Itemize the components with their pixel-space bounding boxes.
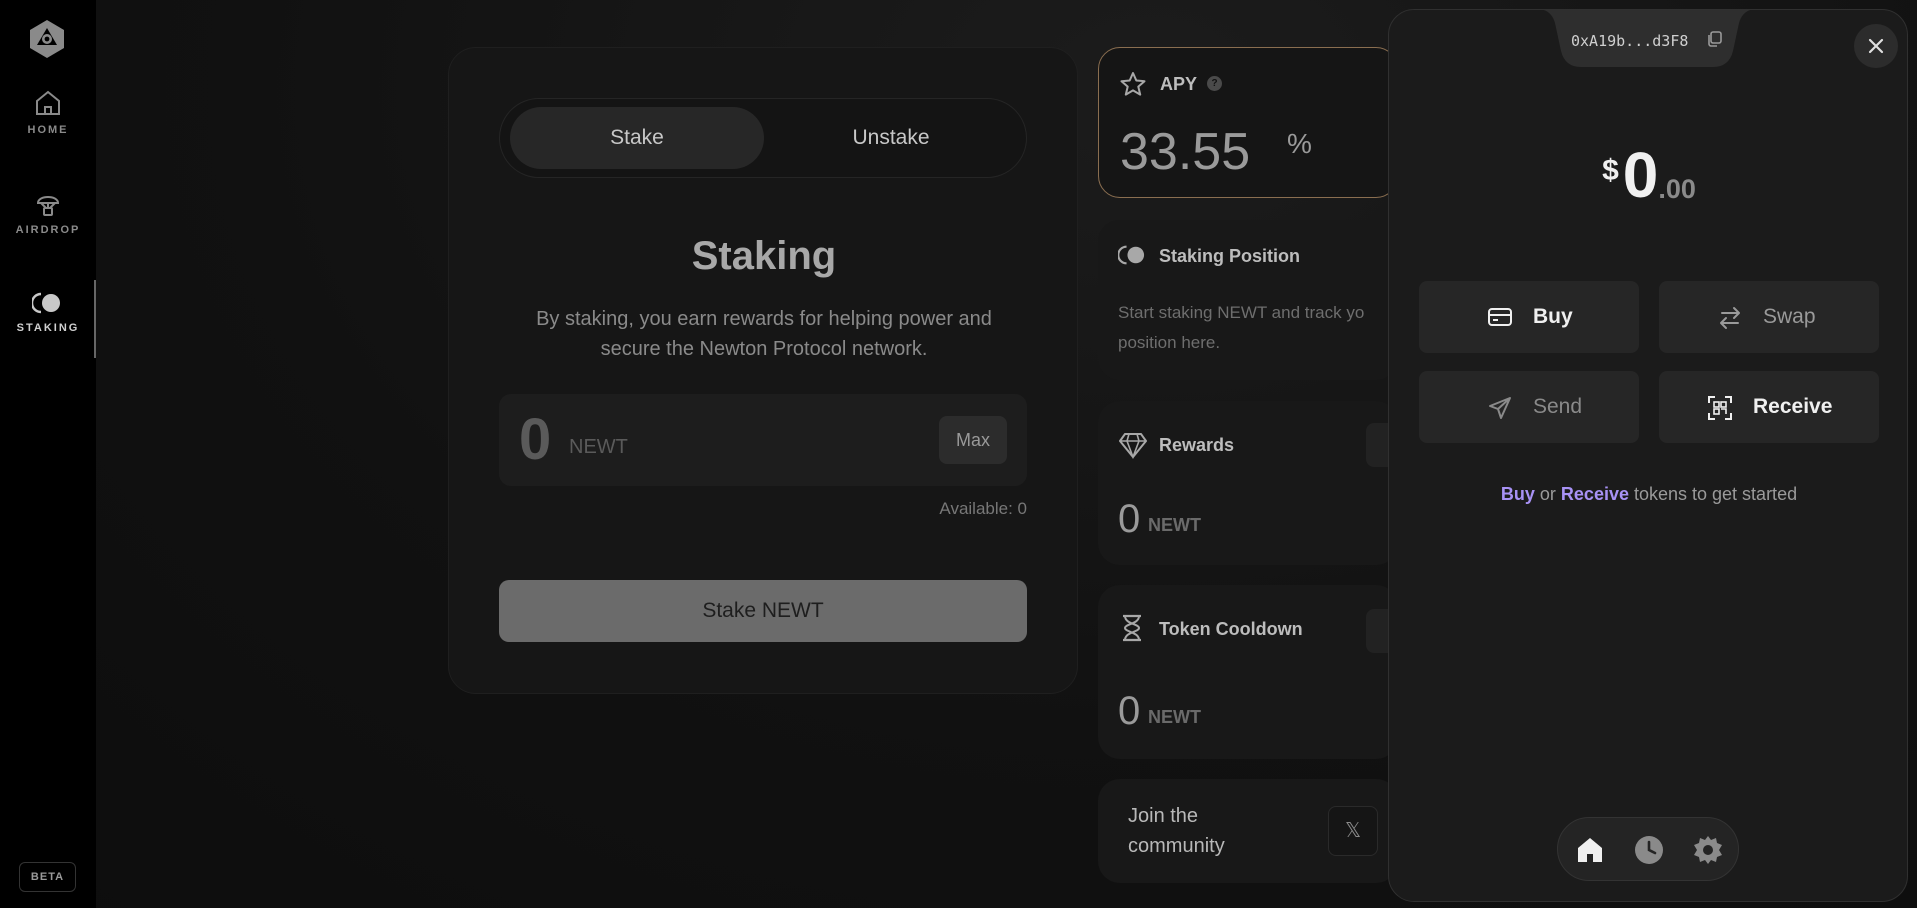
community-text: Join the community — [1128, 801, 1225, 861]
amount-input[interactable]: 0 NEWT Max — [499, 394, 1027, 486]
sidebar-item-airdrop[interactable]: AIRDROP — [0, 188, 96, 236]
get-started-hint: Buy or Receive tokens to get started — [1389, 484, 1907, 505]
buy-button[interactable]: Buy — [1419, 281, 1639, 353]
send-icon — [1489, 397, 1511, 419]
tab-unstake[interactable]: Unstake — [764, 107, 1018, 169]
receive-link[interactable]: Receive — [1561, 484, 1629, 504]
staking-position-label: Staking Position — [1159, 246, 1301, 266]
sidebar-item-label: HOME — [27, 124, 69, 136]
settings-gear-icon[interactable] — [1692, 834, 1724, 866]
app-logo-icon[interactable] — [27, 18, 67, 60]
wallet-balance: $0.00 — [1389, 138, 1907, 212]
stake-tabs: Stake Unstake — [499, 98, 1027, 178]
token-cooldown-label: Token Cooldown — [1159, 619, 1303, 639]
wallet-panel: 0xA19b...d3F8 $0.00 Buy Swap Send Receiv… — [1388, 9, 1908, 902]
copy-icon[interactable] — [1705, 30, 1723, 48]
receive-button[interactable]: Receive — [1659, 371, 1879, 443]
close-icon — [1868, 38, 1884, 54]
gem-icon — [1119, 433, 1147, 459]
hint-rest: tokens to get started — [1628, 484, 1798, 504]
receive-label: Receive — [1753, 395, 1833, 418]
home-icon[interactable] — [1574, 834, 1606, 866]
wallet-bottom-nav — [1557, 817, 1739, 881]
community-line-1: Join the — [1128, 805, 1199, 827]
history-clock-icon[interactable] — [1633, 834, 1665, 866]
rewards-label: Rewards — [1159, 435, 1235, 455]
token-cooldown-card: Token Cooldown 0 NEWT — [1098, 585, 1406, 759]
wallet-address: 0xA19b...d3F8 — [1571, 32, 1689, 50]
tab-stake[interactable]: Stake — [510, 107, 764, 169]
card-icon — [1488, 308, 1512, 326]
community-line-2: community — [1128, 835, 1225, 857]
sidebar-item-label: AIRDROP — [15, 224, 81, 236]
swap-button[interactable]: Swap — [1659, 281, 1879, 353]
position-line-1: Start staking NEWT and track yo — [1118, 303, 1365, 322]
hint-or: or — [1534, 484, 1561, 504]
rewards-unit: NEWT — [1148, 515, 1201, 535]
x-social-button[interactable]: 𝕏 — [1328, 806, 1378, 856]
app-root: HOME AIRDROP STAKING BETA Stake Unstake … — [0, 0, 1917, 908]
staking-position-card: Staking Position Start staking NEWT and … — [1098, 220, 1398, 380]
star-icon — [1120, 72, 1146, 96]
send-button[interactable]: Send — [1419, 371, 1639, 443]
rewards-value: 0 — [1118, 497, 1141, 541]
close-button[interactable] — [1854, 24, 1898, 68]
apy-value: 33.55 — [1120, 123, 1251, 181]
staking-card: Stake Unstake Staking By staking, you ea… — [448, 47, 1078, 694]
stake-newt-button[interactable]: Stake NEWT — [499, 580, 1027, 642]
sidebar: HOME AIRDROP STAKING BETA — [0, 0, 96, 908]
swap-label: Swap — [1763, 305, 1816, 328]
swap-icon — [1720, 307, 1740, 329]
apy-percent: % — [1287, 128, 1312, 159]
available-balance: Available: 0 — [939, 499, 1027, 518]
buy-label: Buy — [1533, 305, 1573, 328]
staking-description: By staking, you earn rewards for helping… — [536, 308, 992, 360]
hourglass-icon — [1123, 614, 1141, 642]
staking-title: Staking — [691, 234, 837, 278]
sidebar-item-staking[interactable]: STAKING — [0, 290, 96, 334]
staking-icon — [1118, 245, 1145, 265]
help-icon[interactable]: ? — [1207, 76, 1222, 91]
send-label: Send — [1533, 395, 1583, 418]
staking-position-text: Start staking NEWT and track yo position… — [1118, 298, 1408, 358]
amount-unit: NEWT — [569, 436, 628, 458]
position-line-2: position here. — [1118, 333, 1221, 352]
airdrop-icon — [36, 196, 60, 216]
active-indicator — [94, 280, 96, 358]
staking-icon — [32, 292, 60, 314]
buy-link[interactable]: Buy — [1501, 484, 1535, 504]
qr-code-icon — [1708, 396, 1732, 420]
sidebar-item-label: STAKING — [16, 322, 80, 334]
cooldown-value: 0 — [1118, 689, 1141, 733]
amount-value: 0 — [519, 407, 552, 472]
apy-card: APY ? 33.55 % — [1098, 47, 1398, 198]
beta-badge: BETA — [19, 862, 76, 892]
rewards-card: Rewards 0 NEWT — [1098, 401, 1406, 565]
cooldown-unit: NEWT — [1148, 707, 1201, 727]
balance-integer: 0 — [1622, 139, 1659, 211]
community-card: Join the community 𝕏 — [1098, 779, 1398, 883]
apy-label: APY — [1160, 74, 1198, 94]
balance-currency: $ — [1602, 154, 1619, 187]
balance-decimal: .00 — [1658, 174, 1696, 204]
max-button[interactable]: Max — [939, 416, 1007, 464]
sidebar-item-home[interactable]: HOME — [0, 88, 96, 136]
home-icon — [36, 90, 60, 115]
